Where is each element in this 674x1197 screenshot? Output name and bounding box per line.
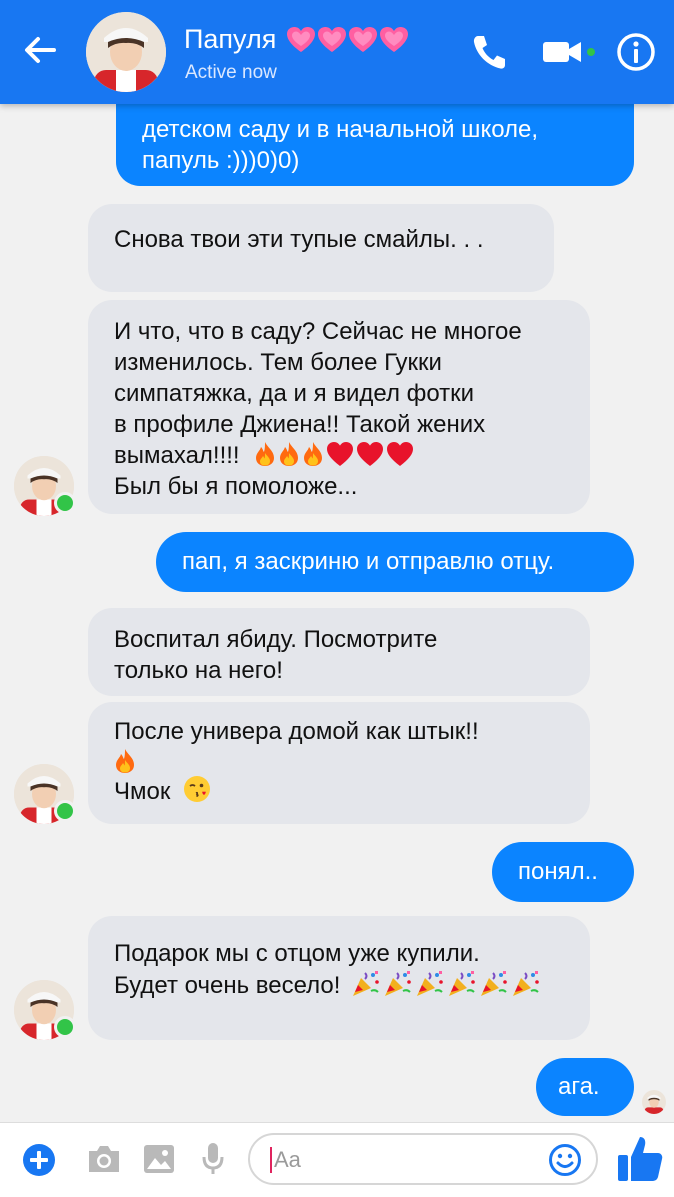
- party-popper-icon: [353, 971, 379, 996]
- emoji-group: [254, 441, 414, 467]
- message-line-with-emoji: Чмок: [114, 775, 564, 807]
- composer-bar: Aa: [0, 1122, 674, 1197]
- plus-icon[interactable]: [22, 1143, 56, 1177]
- party-popper-icon: [449, 971, 475, 996]
- thumbs-up-icon[interactable]: [614, 1133, 666, 1185]
- incoming-message[interactable]: И что, что в саду? Сейчас не многое изме…: [88, 300, 590, 514]
- message-line: изменилось. Тем более Гукки: [114, 349, 442, 376]
- party-popper-icon: [513, 971, 539, 996]
- incoming-message[interactable]: Воспитал ябиду. Посмотрите только на нег…: [88, 608, 590, 696]
- sender-avatar[interactable]: [14, 980, 76, 1040]
- outgoing-message[interactable]: пап, я заскриню и отправлю отцу.: [156, 532, 634, 592]
- microphone-icon[interactable]: [200, 1141, 226, 1177]
- message-input-placeholder: Aa: [274, 1147, 301, 1172]
- message-input[interactable]: Aa: [248, 1133, 598, 1185]
- message-line: симпатяжка, да и я видел фотки: [114, 380, 475, 407]
- online-indicator: [54, 800, 76, 822]
- seen-receipt-photo: [642, 1090, 666, 1114]
- sparkling-heart-icon: [287, 26, 316, 52]
- fire-icon: [304, 442, 323, 466]
- info-icon[interactable]: [616, 32, 656, 72]
- incoming-message[interactable]: После универа домой как штык!! Чмок: [88, 702, 590, 824]
- message-line: папуль :)))0)0): [142, 147, 300, 174]
- hearts-emoji-group: [286, 26, 409, 54]
- message-line: После универа домой как штык!!: [114, 718, 479, 745]
- gallery-icon[interactable]: [142, 1143, 176, 1175]
- message-list[interactable]: детском саду и в начальной школе, папуль…: [0, 104, 674, 1122]
- message-line: детском саду и в начальной школе,: [142, 116, 539, 143]
- sender-avatar[interactable]: [14, 764, 76, 824]
- message-line: И что, что в саду? Сейчас не многое: [114, 318, 522, 345]
- sender-avatar[interactable]: [14, 456, 76, 516]
- contact-avatar[interactable]: [86, 12, 166, 92]
- sparkling-heart-icon: [349, 26, 378, 52]
- heart-icon: [357, 442, 384, 466]
- heart-icon: [327, 442, 354, 466]
- seen-receipt-avatar: [642, 1090, 666, 1114]
- back-arrow-icon[interactable]: [18, 28, 62, 72]
- message-line-with-emoji: вымахал!!!!: [114, 440, 564, 471]
- message-line: в профиле Джиена!! Такой жених: [114, 411, 486, 438]
- message-line: понял..: [518, 858, 598, 885]
- online-indicator: [54, 492, 76, 514]
- phone-icon[interactable]: [470, 32, 506, 72]
- chat-header: Папуля Active now: [0, 0, 674, 104]
- incoming-message[interactable]: Подарок мы с отцом уже купили. Будет оче…: [88, 916, 590, 1040]
- message-line: Чмок: [114, 778, 171, 805]
- fire-icon: [256, 442, 275, 466]
- sparkling-heart-icon: [380, 26, 409, 52]
- sparkling-heart-icon: [318, 26, 347, 52]
- contact-status: Active now: [185, 62, 277, 83]
- message-line: Был бы я помоложе...: [114, 473, 358, 500]
- party-popper-icon: [417, 971, 443, 996]
- message-line: Будет очень весело!: [114, 972, 341, 999]
- outgoing-message[interactable]: ага.: [536, 1058, 634, 1116]
- heart-icon: [387, 442, 414, 466]
- message-line: вымахал!!!!: [114, 442, 240, 469]
- party-popper-icon: [385, 971, 411, 996]
- party-popper-icon: [481, 971, 507, 996]
- fire-icon: [116, 749, 134, 773]
- message-line: Подарок мы с отцом уже купили.: [114, 940, 480, 967]
- emoji-line: [114, 747, 564, 775]
- message-line: пап, я заскриню и отправлю отцу.: [182, 548, 555, 575]
- contact-name-row[interactable]: Папуля: [184, 24, 409, 55]
- contact-photo: [86, 12, 166, 92]
- message-line: Воспитал ябиду. Посмотрите: [114, 626, 438, 653]
- text-cursor: [270, 1147, 272, 1173]
- outgoing-message[interactable]: понял..: [492, 842, 634, 902]
- incoming-message[interactable]: Снова твои эти тупые смайлы. . .: [88, 204, 554, 292]
- fire-icon: [280, 442, 299, 466]
- outgoing-message[interactable]: детском саду и в начальной школе, папуль…: [116, 104, 634, 186]
- video-camera-icon[interactable]: [541, 32, 599, 72]
- smiley-icon[interactable]: [548, 1143, 582, 1177]
- camera-icon[interactable]: [86, 1143, 122, 1175]
- message-line: Снова твои эти тупые смайлы. . .: [114, 226, 484, 253]
- contact-name: Папуля: [184, 24, 277, 54]
- emoji-group: [351, 969, 541, 997]
- message-line: ага.: [558, 1073, 600, 1100]
- online-indicator: [54, 1016, 76, 1038]
- message-line: только на него!: [114, 657, 283, 684]
- kiss-face-icon: [184, 776, 211, 802]
- message-line-with-emoji: Будет очень весело!: [114, 969, 564, 1001]
